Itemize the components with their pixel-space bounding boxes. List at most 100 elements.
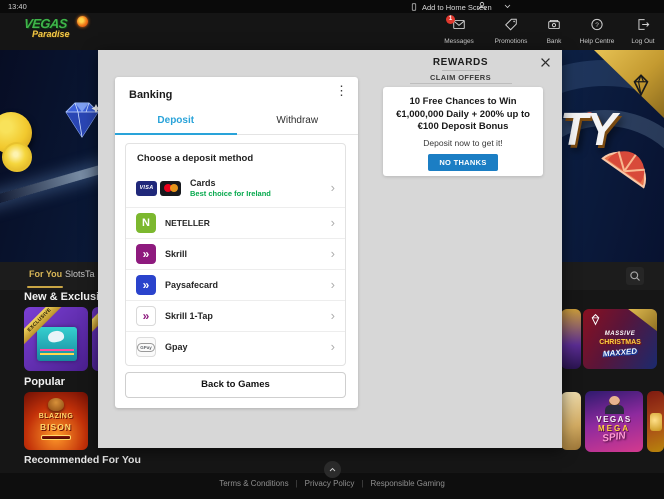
game-tile-vegas-mega-spin[interactable]: VEGAS MEGA SPIN bbox=[585, 391, 643, 452]
method-name: Skrill 1-Tap bbox=[165, 311, 213, 321]
privacy-link[interactable]: Privacy Policy bbox=[305, 479, 355, 488]
nav-item-bank[interactable]: Bank bbox=[531, 18, 577, 45]
paysafecard-icon: » bbox=[136, 275, 156, 295]
lemon-slice-graphic bbox=[2, 142, 32, 172]
link-separator: | bbox=[361, 479, 363, 488]
offer-text-line: €100 Deposit Bonus bbox=[383, 121, 543, 134]
help-question-icon: ? bbox=[590, 18, 604, 31]
offer-card: 10 Free Chances to Win €1,000,000 Daily … bbox=[383, 87, 543, 176]
game-title-line: VEGAS bbox=[585, 415, 643, 424]
game-tile-partial[interactable] bbox=[561, 392, 581, 450]
chevron-right-icon: › bbox=[331, 280, 335, 290]
method-name: Gpay bbox=[165, 342, 188, 352]
method-subtitle: Best choice for Ireland bbox=[190, 189, 271, 198]
nav-item-help-centre[interactable]: ? Help Centre bbox=[572, 18, 622, 45]
deposit-method-row-cards[interactable]: VISA Cards Best choice for Ireland › bbox=[126, 169, 345, 207]
deposit-method-list: Choose a deposit method VISA Cards Best … bbox=[125, 143, 346, 366]
casino-app-screen: 13:40 Add to Home Screen VEGAS Paradise … bbox=[0, 0, 664, 499]
gpay-icon: GPay bbox=[136, 337, 156, 357]
no-thanks-button[interactable]: NO THANKS bbox=[428, 154, 497, 171]
game-art-line bbox=[40, 349, 74, 351]
game-art-badge bbox=[41, 435, 71, 440]
bison-head-art bbox=[48, 398, 64, 411]
game-tile-partial[interactable] bbox=[561, 309, 581, 369]
section-recommended: Recommended For You bbox=[24, 454, 141, 466]
claim-offers-tab[interactable]: CLAIM OFFERS bbox=[373, 73, 548, 82]
close-button[interactable] bbox=[538, 55, 553, 70]
responsible-gaming-link[interactable]: Responsible Gaming bbox=[371, 479, 445, 488]
banking-modal: Banking ⋮ Deposit Withdraw Choose a depo… bbox=[98, 50, 562, 448]
site-header: VEGAS Paradise 1 Messages Promotions Ban… bbox=[0, 13, 664, 50]
footer-links: Terms & Conditions | Privacy Policy | Respon… bbox=[0, 479, 664, 488]
nav-label: Log Out bbox=[620, 38, 664, 45]
tab-slots[interactable]: Slots bbox=[65, 269, 85, 279]
offer-text-line: €1,000,000 Daily + 200% up to bbox=[383, 109, 543, 122]
skrill-1tap-icon: » bbox=[136, 306, 156, 326]
clock: 13:40 bbox=[8, 2, 27, 11]
person-icon[interactable] bbox=[477, 1, 487, 11]
card-icons: VISA bbox=[136, 181, 181, 196]
game-tile-blazing-bison[interactable]: BLAZING BISON bbox=[24, 392, 88, 450]
search-icon bbox=[629, 270, 641, 282]
phone-icon bbox=[410, 2, 418, 12]
chevron-up-icon bbox=[328, 466, 337, 474]
kebab-menu-icon[interactable]: ⋮ bbox=[335, 84, 348, 98]
nav-label: Messages bbox=[436, 38, 482, 45]
hero-game-title-text: TY bbox=[560, 102, 615, 156]
deposit-method-row-skrill[interactable]: » Skrill › bbox=[126, 238, 345, 269]
chevron-down-icon[interactable] bbox=[503, 2, 512, 10]
offer-subtitle: Deposit now to get it! bbox=[383, 138, 543, 148]
deposit-method-row-paysafecard[interactable]: » Paysafecard › bbox=[126, 269, 345, 300]
tab-withdraw[interactable]: Withdraw bbox=[237, 109, 359, 134]
vegas-paradise-logo[interactable]: VEGAS Paradise bbox=[24, 16, 92, 47]
banking-card: Banking ⋮ Deposit Withdraw Choose a depo… bbox=[115, 77, 358, 408]
game-tile-exclusive[interactable]: EXCLUSIVE bbox=[24, 307, 88, 371]
back-to-games-button[interactable]: Back to Games bbox=[125, 372, 346, 398]
svg-text:?: ? bbox=[595, 22, 599, 29]
chevron-right-icon: › bbox=[331, 342, 335, 352]
nav-item-log-out[interactable]: Log Out bbox=[620, 18, 664, 45]
neteller-icon: N bbox=[136, 213, 156, 233]
chevron-right-icon: › bbox=[331, 183, 335, 193]
link-separator: | bbox=[296, 479, 298, 488]
skrill-icon: » bbox=[136, 244, 156, 264]
bank-cash-icon bbox=[547, 18, 561, 31]
active-tab-underline bbox=[27, 286, 63, 288]
choose-method-label: Choose a deposit method bbox=[126, 144, 345, 169]
chevron-right-icon: › bbox=[331, 249, 335, 259]
divider bbox=[442, 70, 480, 71]
method-name: NETELLER bbox=[165, 218, 210, 228]
tab-underline bbox=[410, 83, 512, 84]
game-art-line bbox=[40, 353, 74, 355]
terms-link[interactable]: Terms & Conditions bbox=[219, 479, 288, 488]
game-title-line: BLAZING bbox=[24, 413, 88, 420]
game-tile-massive-christmas-maxxed[interactable]: MASSIVE CHRISTMAS MAXXED bbox=[583, 309, 657, 369]
method-name: Skrill bbox=[165, 249, 187, 259]
deposit-method-row-gpay[interactable]: GPay Gpay › bbox=[126, 331, 345, 362]
banking-tabs: Deposit Withdraw bbox=[115, 109, 358, 135]
logout-icon bbox=[636, 18, 650, 31]
logo-text-vegas: VEGAS bbox=[23, 16, 93, 31]
nav-label: Bank bbox=[531, 38, 577, 45]
deposit-method-row-skrill-1tap[interactable]: » Skrill 1-Tap › bbox=[126, 300, 345, 331]
close-icon bbox=[540, 57, 551, 68]
nav-item-messages[interactable]: 1 Messages bbox=[436, 18, 482, 45]
game-title-line: BISON bbox=[24, 422, 88, 432]
tab-deposit[interactable]: Deposit bbox=[115, 109, 237, 134]
tab-table[interactable]: Ta bbox=[85, 269, 95, 279]
banking-title: Banking bbox=[129, 89, 172, 101]
chevron-right-icon: › bbox=[331, 311, 335, 321]
deposit-method-row-neteller[interactable]: N NETELLER › bbox=[126, 207, 345, 238]
scroll-to-top-button[interactable] bbox=[324, 461, 341, 478]
method-name: Paysafecard bbox=[165, 280, 218, 290]
game-tile-partial[interactable] bbox=[647, 391, 664, 452]
visa-icon: VISA bbox=[136, 181, 157, 196]
section-popular: Popular bbox=[24, 376, 65, 388]
character-torso-art bbox=[605, 405, 624, 414]
search-button[interactable] bbox=[626, 267, 644, 285]
nav-item-promotions[interactable]: Promotions bbox=[488, 18, 534, 45]
tab-for-you[interactable]: For You bbox=[29, 269, 62, 279]
gold-letter-art bbox=[650, 413, 662, 431]
chevron-right-icon: › bbox=[331, 218, 335, 228]
game-title-line: MAXXED bbox=[583, 345, 657, 360]
